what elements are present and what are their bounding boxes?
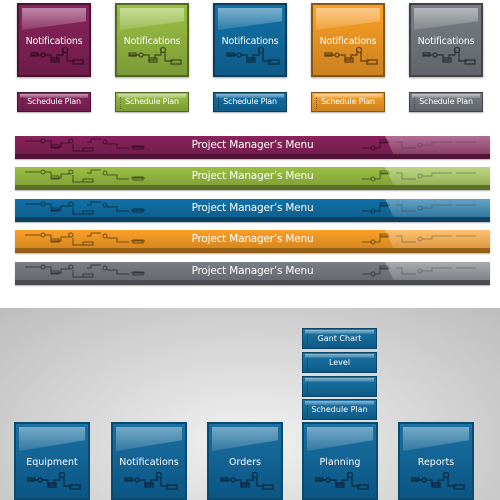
bar-shadow: [15, 248, 490, 253]
submenu-label: Schedule Plan: [311, 405, 368, 414]
schedule-plan-button-green[interactable]: Schedule Plan: [115, 92, 189, 112]
circuit-diagram-icon: [324, 47, 378, 65]
submenu-item-schedule-plan[interactable]: Schedule Plan: [302, 399, 377, 420]
tile-gloss: [19, 427, 85, 451]
schedule-plan-button-blue[interactable]: Schedule Plan: [213, 92, 287, 112]
project-manager-menu-bar-blue[interactable]: Project Manager’s Menu: [15, 199, 490, 222]
circuit-diagram-icon: [315, 472, 369, 490]
equipment-tile[interactable]: Equipment: [14, 422, 90, 500]
circuit-diagram-icon: [27, 472, 81, 490]
schedule-plan-button-gray[interactable]: Schedule Plan: [409, 92, 483, 112]
menu-bar-label: Project Manager’s Menu: [191, 233, 314, 245]
tile-gloss: [316, 8, 380, 30]
tile-gloss: [212, 427, 278, 451]
bar-shadow: [15, 185, 490, 190]
bar-shadow: [15, 217, 490, 222]
tile-label: Reports: [417, 457, 455, 468]
reports-tile[interactable]: Reports: [398, 422, 474, 500]
button-label: Schedule Plan: [125, 97, 179, 106]
project-manager-menu-bar-green[interactable]: Project Manager’s Menu: [15, 167, 490, 190]
circuit-diagram-icon: [128, 47, 182, 65]
tile-label: Orders: [229, 457, 261, 468]
project-manager-menu-bar-orange[interactable]: Project Manager’s Menu: [15, 230, 490, 253]
tile-gloss: [307, 427, 373, 451]
tile-label: Equipment: [26, 457, 78, 468]
notifications-tile-orange[interactable]: Notifications: [311, 3, 385, 77]
project-manager-menu-bar-gray[interactable]: Project Manager’s Menu: [15, 262, 490, 285]
orders-tile[interactable]: Orders: [207, 422, 283, 500]
button-label: Schedule Plan: [419, 97, 473, 106]
circuit-diagram-icon: [411, 472, 465, 490]
notifications-tile-blue[interactable]: Notifications: [213, 3, 287, 77]
tile-label: Notifications: [417, 36, 475, 47]
tile-label: Notifications: [25, 36, 83, 47]
project-manager-menu-bar-purple[interactable]: Project Manager’s Menu: [15, 136, 490, 159]
circuit-diagram-icon: [422, 47, 476, 65]
submenu-item-empty[interactable]: [302, 376, 377, 397]
submenu-item-gant-chart[interactable]: Gant Chart: [302, 328, 377, 349]
tile-gloss: [116, 427, 182, 451]
circuit-diagram-icon: [226, 47, 280, 65]
bar-shadow: [15, 280, 490, 285]
tile-gloss: [22, 8, 86, 30]
submenu-label: Level: [328, 358, 351, 367]
dotted-line-icon: [307, 382, 308, 394]
button-gloss: [305, 378, 374, 382]
tile-label: Notifications: [123, 36, 181, 47]
tile-label: Planning: [319, 457, 361, 468]
notifications-tile-gray[interactable]: Notifications: [409, 3, 483, 77]
schedule-plan-button-purple[interactable]: Schedule Plan: [17, 92, 91, 112]
circuit-diagram-icon: [220, 472, 274, 490]
circuit-diagram-icon: [124, 472, 178, 490]
tile-gloss: [120, 8, 184, 30]
tile-gloss: [218, 8, 282, 30]
tile-gloss: [414, 8, 478, 30]
menu-bar-label: Project Manager’s Menu: [191, 170, 314, 182]
menu-bar-label: Project Manager’s Menu: [191, 265, 314, 277]
menu-bar-label: Project Manager’s Menu: [191, 139, 314, 151]
tile-label: Notifications: [119, 457, 179, 468]
menu-bar-label: Project Manager’s Menu: [191, 202, 314, 214]
planning-tile[interactable]: Planning: [302, 422, 378, 500]
notifications-tile-green[interactable]: Notifications: [115, 3, 189, 77]
tile-label: Notifications: [319, 36, 377, 47]
notifications-tile[interactable]: Notifications: [111, 422, 187, 500]
bar-shadow: [15, 154, 490, 159]
tile-gloss: [403, 427, 469, 451]
notifications-tile-purple[interactable]: Notifications: [17, 3, 91, 77]
tile-label: Notifications: [221, 36, 279, 47]
circuit-diagram-icon: [30, 47, 84, 65]
button-label: Schedule Plan: [321, 97, 375, 106]
submenu-label: Gant Chart: [317, 334, 362, 343]
button-label: Schedule Plan: [27, 97, 81, 106]
submenu-item-level[interactable]: Level: [302, 352, 377, 373]
schedule-plan-button-orange[interactable]: Schedule Plan: [311, 92, 385, 112]
button-label: Schedule Plan: [223, 97, 277, 106]
